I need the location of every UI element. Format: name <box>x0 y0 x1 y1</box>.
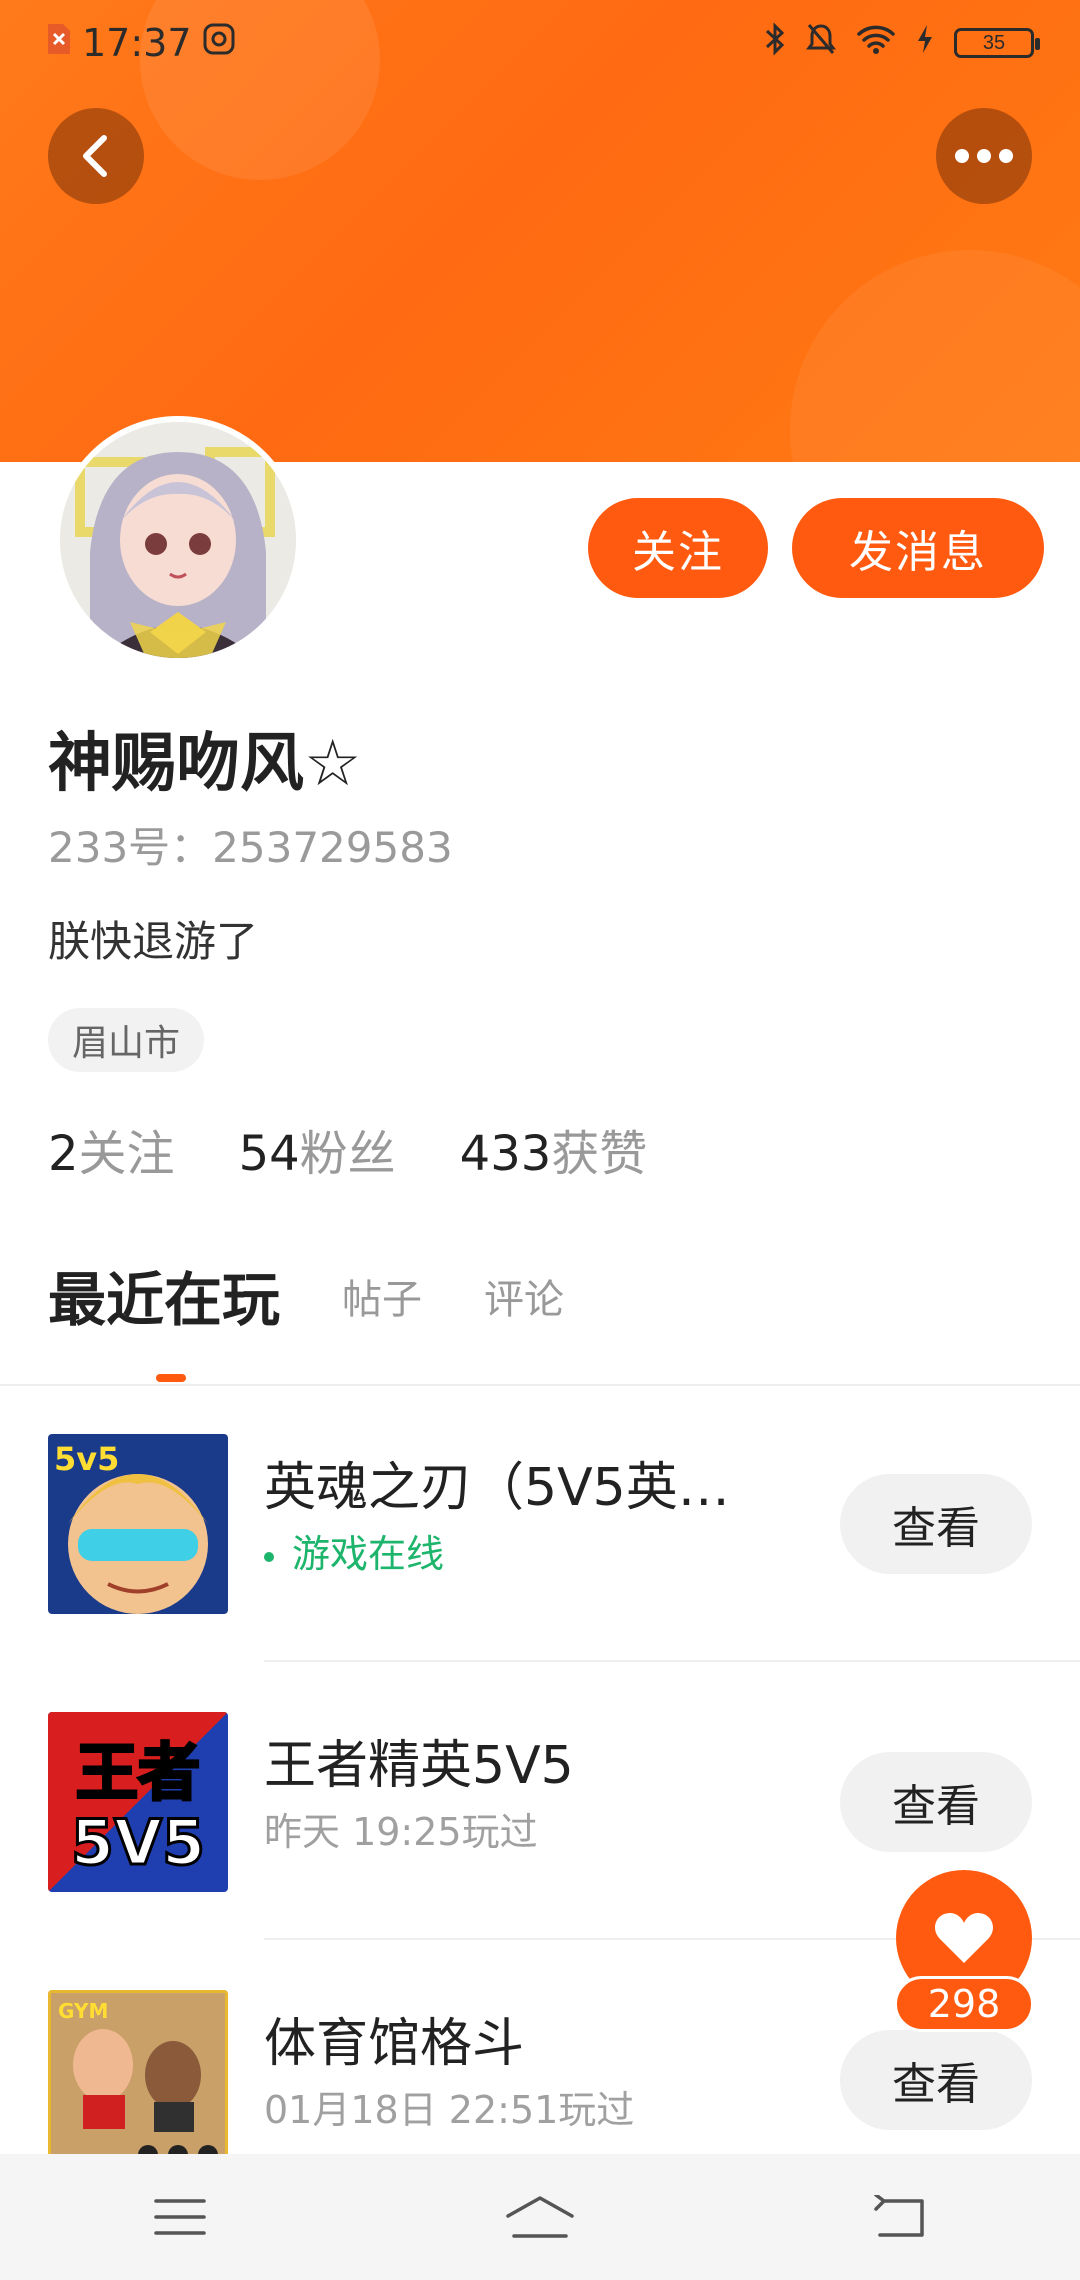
game-last-played: 昨天 19:25玩过 <box>264 1810 538 1854</box>
charging-icon <box>916 23 934 63</box>
game-title: 体育馆格斗 <box>264 2014 525 2074</box>
back-button[interactable] <box>48 108 144 204</box>
game-status: 游戏在线 <box>264 1528 444 1580</box>
wifi-icon <box>856 23 896 63</box>
menu-button[interactable] <box>120 2167 240 2267</box>
avatar-image <box>60 422 296 658</box>
stat-likes[interactable]: 433获赞 <box>460 1124 648 1184</box>
avatar[interactable] <box>54 416 302 664</box>
profile-uid: 233号：253729583 <box>48 823 453 872</box>
game-icon: 5v5 <box>48 1434 228 1614</box>
profile-bio: 朕快退游了 <box>48 917 259 966</box>
game-icon-text: 5V5 <box>71 1806 205 1879</box>
tab-posts[interactable]: 帖子 <box>342 1270 422 1330</box>
return-icon <box>874 2195 924 2237</box>
profile-name: 神赐吻风☆ <box>48 727 362 801</box>
stat-followers[interactable]: 54粉丝 <box>239 1124 396 1184</box>
home-button[interactable] <box>480 2167 600 2267</box>
view-game-button[interactable]: 查看 <box>840 2030 1032 2130</box>
tab-comments[interactable]: 评论 <box>484 1270 564 1330</box>
send-message-button[interactable]: 发消息 <box>792 498 1044 598</box>
active-tab-indicator <box>156 1374 186 1382</box>
more-options-button[interactable] <box>936 108 1032 204</box>
view-game-button[interactable]: 查看 <box>840 1474 1032 1574</box>
stat-label: 获赞 <box>551 1126 648 1182</box>
view-button-label: 查看 <box>892 2059 980 2110</box>
profile-stats: 2关注 54粉丝 433获赞 <box>48 1124 647 1184</box>
banner-decoration <box>790 250 1080 462</box>
stat-number: 2 <box>48 1126 79 1182</box>
status-right: 35 <box>764 22 1040 64</box>
status-time: 17:37 <box>82 21 192 65</box>
tab-recently-played[interactable]: 最近在玩 <box>48 1270 280 1382</box>
notification-app-icon <box>202 21 236 65</box>
stat-number: 433 <box>459 1126 552 1182</box>
stat-label: 粉丝 <box>299 1126 396 1182</box>
profile-header-banner: 17:37 35 <box>0 0 1080 462</box>
location-tag: 眉山市 <box>48 1008 205 1072</box>
profile-tabs: 最近在玩 帖子 评论 <box>48 1270 564 1382</box>
follow-button[interactable]: 关注 <box>588 498 768 598</box>
status-left: 17:37 <box>46 21 236 65</box>
bluetooth-icon <box>764 22 786 64</box>
list-item[interactable]: 5v5 英魂之刃（5V5英… 游戏在线 查看 <box>0 1384 1080 1662</box>
send-message-label: 发消息 <box>849 527 987 578</box>
game-icon-text: 王者 <box>76 1736 200 1809</box>
game-icon-text: GYM <box>58 1999 108 2023</box>
battery-level: 35 <box>982 31 1006 54</box>
game-icon: GYM <box>48 1990 228 2170</box>
view-button-label: 查看 <box>892 1503 980 1554</box>
system-navigation-bar <box>0 2154 1080 2280</box>
more-dots-icon <box>955 149 1013 163</box>
back-nav-button[interactable] <box>840 2167 960 2267</box>
chevron-left-icon <box>83 135 107 177</box>
stat-label: 关注 <box>78 1126 175 1182</box>
game-icon-text: 5v5 <box>54 1440 119 1478</box>
game-title: 英魂之刃（5V5英… <box>264 1458 730 1518</box>
home-icon <box>506 2196 574 2238</box>
menu-icon <box>154 2199 206 2235</box>
game-title: 王者精英5V5 <box>264 1736 574 1796</box>
mute-bell-icon <box>806 22 836 64</box>
view-game-button[interactable]: 查看 <box>840 1752 1032 1852</box>
online-dot-icon <box>264 1551 274 1562</box>
like-count: 298 <box>927 1982 1001 2026</box>
tab-label: 评论 <box>484 1277 565 1323</box>
status-bar: 17:37 35 <box>0 0 1080 86</box>
view-button-label: 查看 <box>892 1781 980 1832</box>
tab-label: 最近在玩 <box>48 1266 281 1334</box>
game-icon: 王者 5V5 <box>48 1712 228 1892</box>
like-count-badge: 298 <box>894 1976 1034 2032</box>
follow-button-label: 关注 <box>632 527 724 578</box>
game-last-played: 01月18日 22:51玩过 <box>264 2088 635 2132</box>
game-status-text: 游戏在线 <box>292 1532 445 1576</box>
battery-indicator: 35 <box>954 28 1040 58</box>
location-label: 眉山市 <box>72 1023 181 1064</box>
sim-error-icon <box>46 21 72 65</box>
stat-following[interactable]: 2关注 <box>48 1124 175 1184</box>
stat-number: 54 <box>238 1126 300 1182</box>
heart-icon <box>935 1913 993 1963</box>
tab-label: 帖子 <box>342 1277 423 1323</box>
